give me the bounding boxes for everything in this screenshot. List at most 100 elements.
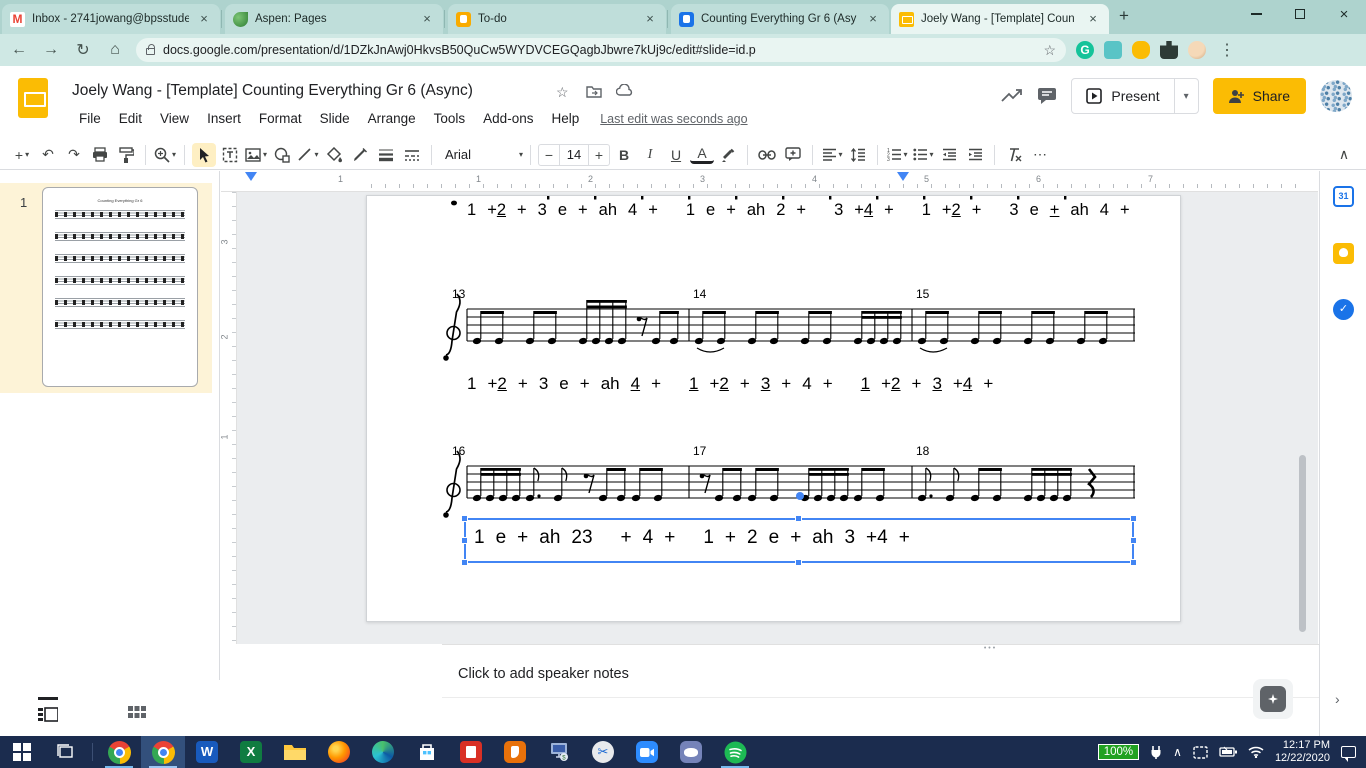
border-color-button[interactable] [348, 143, 372, 167]
last-edit-status[interactable]: Last edit was seconds ago [600, 108, 747, 129]
back-button[interactable]: ← [8, 41, 30, 59]
share-button[interactable]: Share [1213, 78, 1306, 114]
numbered-list-button[interactable]: 123▾ [885, 143, 909, 167]
task-view-button[interactable] [44, 736, 88, 768]
taskbar-snipping-tool[interactable]: ✂ [581, 736, 625, 768]
taskbar-remote-desktop[interactable]: $ [537, 736, 581, 768]
highlight-color-button[interactable] [716, 143, 740, 167]
resize-handle-w[interactable] [461, 537, 468, 544]
insert-line-button[interactable]: ▾ [296, 143, 320, 167]
taskbar-spotify[interactable] [713, 736, 757, 768]
drag-handle-dots[interactable]: ••• [984, 647, 997, 650]
increase-indent-button[interactable] [963, 143, 987, 167]
menu-arrange[interactable]: Arrange [361, 108, 423, 129]
taskbar-chrome-2-active[interactable] [141, 736, 185, 768]
start-button[interactable] [0, 736, 44, 768]
extensions-puzzle-icon[interactable] [1160, 41, 1178, 59]
battery-icon[interactable] [1219, 746, 1237, 758]
resize-handle-e[interactable] [1130, 537, 1137, 544]
tab-slides-active[interactable]: Joely Wang - [Template] Coun × [891, 4, 1109, 34]
undo-button[interactable]: ↶ [36, 143, 60, 167]
resize-handle-sw[interactable] [461, 559, 468, 566]
taskbar-edge[interactable] [361, 736, 405, 768]
filmstrip-view-button[interactable] [38, 697, 58, 722]
tab-close-icon[interactable]: × [1085, 11, 1101, 27]
insert-link-button[interactable] [755, 143, 779, 167]
speaker-notes-area[interactable]: Click to add speaker notes [442, 652, 1366, 698]
taskbar-excel[interactable]: X [229, 736, 273, 768]
select-tool-button[interactable] [192, 143, 216, 167]
activity-dashboard-icon[interactable] [1001, 88, 1023, 104]
horizontal-ruler[interactable]: 11234567 [221, 171, 1318, 192]
counting-text-line-3[interactable]: 1e+ah23+4+1+2e+ah3+4+ [474, 527, 921, 549]
thumb-extension-icon[interactable] [1132, 41, 1150, 59]
font-family-select[interactable]: Arial▾ [439, 143, 523, 167]
present-options-caret[interactable]: ▾ [1174, 79, 1198, 113]
tab-close-icon[interactable]: × [865, 11, 881, 27]
underline-button[interactable]: U [664, 143, 688, 167]
tab-classroom[interactable]: Counting Everything Gr 6 (Asy × [671, 4, 889, 34]
notes-divider[interactable]: ••• [442, 644, 1366, 652]
collapse-toolbar-button[interactable]: ∧ [1332, 143, 1356, 167]
grammarly-extension-icon[interactable]: G [1076, 41, 1094, 59]
taskbar-file-explorer[interactable] [273, 736, 317, 768]
border-weight-button[interactable] [374, 143, 398, 167]
font-size-input[interactable]: 14 [559, 145, 589, 165]
italic-button[interactable]: I [638, 143, 662, 167]
vertical-ruler[interactable]: 321 [221, 192, 237, 644]
tablet-mode-icon[interactable] [1193, 746, 1208, 759]
text-box-button[interactable] [218, 143, 242, 167]
menu-format[interactable]: Format [252, 108, 309, 129]
menu-help[interactable]: Help [544, 108, 586, 129]
tray-expand-chevron[interactable]: ∧ [1173, 745, 1182, 759]
explore-button[interactable] [1253, 679, 1293, 719]
more-options-button[interactable]: ⋯ [1028, 143, 1052, 167]
close-window-button[interactable]: × [1322, 0, 1366, 28]
new-tab-button[interactable]: + [1119, 6, 1129, 26]
menu-tools[interactable]: Tools [427, 108, 473, 129]
present-button[interactable]: Present [1072, 79, 1173, 113]
account-avatar[interactable] [1320, 80, 1352, 112]
print-button[interactable] [88, 143, 112, 167]
tab-close-icon[interactable]: × [196, 11, 212, 27]
taskbar-word[interactable]: W [185, 736, 229, 768]
tab-todo[interactable]: To-do × [448, 4, 666, 34]
menu-insert[interactable]: Insert [200, 108, 248, 129]
home-button[interactable]: ⌂ [104, 41, 126, 59]
line-spacing-button[interactable] [846, 143, 870, 167]
plug-icon[interactable] [1150, 745, 1162, 759]
speaker-notes-placeholder[interactable]: Click to add speaker notes [458, 666, 629, 682]
battery-percentage-badge[interactable]: 100% [1098, 744, 1139, 760]
text-color-button[interactable]: A [690, 145, 714, 164]
tab-gmail[interactable]: M Inbox - 2741jowang@bpsstude × [2, 4, 220, 34]
new-slide-button[interactable]: +▾ [10, 143, 34, 167]
calendar-icon[interactable]: 31 [1333, 186, 1354, 207]
taskbar-chrome-1[interactable] [97, 736, 141, 768]
menu-view[interactable]: View [153, 108, 196, 129]
tasks-icon[interactable]: ✓ [1333, 299, 1354, 320]
minimize-button[interactable] [1234, 0, 1278, 28]
decrease-font-size-button[interactable]: − [539, 147, 559, 163]
restore-button[interactable] [1278, 0, 1322, 28]
grid-view-button[interactable] [128, 698, 146, 720]
browser-menu-icon[interactable]: ⋮ [1216, 40, 1238, 60]
decrease-indent-button[interactable] [937, 143, 961, 167]
menu-addons[interactable]: Add-ons [476, 108, 540, 129]
insert-shape-button[interactable] [270, 143, 294, 167]
hide-side-panel-arrow[interactable]: › [1335, 691, 1340, 707]
comments-icon[interactable] [1037, 87, 1057, 105]
taskbar-orange-app[interactable] [493, 736, 537, 768]
forward-button[interactable]: → [40, 41, 62, 59]
paint-format-button[interactable] [114, 143, 138, 167]
bitmoji-extension-icon[interactable] [1104, 41, 1122, 59]
taskbar-ms-store[interactable] [405, 736, 449, 768]
bookmark-star-icon[interactable]: ☆ [1043, 42, 1056, 59]
wifi-icon[interactable] [1248, 746, 1264, 758]
zoom-tool-button[interactable]: ▾ [153, 143, 177, 167]
browser-profile-avatar[interactable] [1188, 41, 1206, 59]
redo-button[interactable]: ↷ [62, 143, 86, 167]
taskbar-zoom[interactable] [625, 736, 669, 768]
address-bar[interactable]: docs.google.com/presentation/d/1DZkJnAwj… [136, 38, 1066, 62]
taskbar-discord[interactable] [669, 736, 713, 768]
selected-text-box[interactable]: 1e+ah23+4+1+2e+ah3+4+ [464, 518, 1134, 563]
